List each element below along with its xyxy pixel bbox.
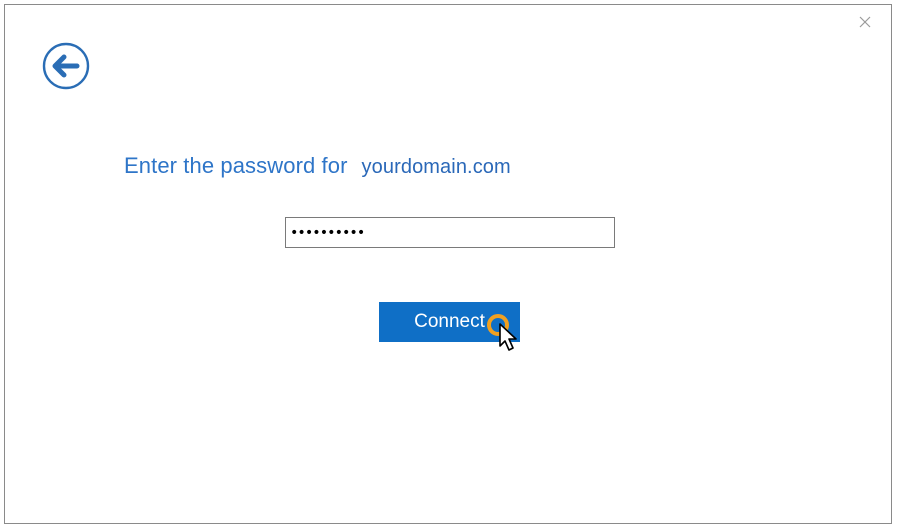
password-input[interactable] — [285, 217, 615, 248]
prompt-label: Enter the password for — [124, 153, 348, 178]
password-prompt: Enter the password for yourdomain.com — [124, 153, 511, 179]
password-dialog: Enter the password for yourdomain.com Con… — [4, 4, 892, 524]
domain-label: yourdomain.com — [361, 156, 511, 178]
close-icon[interactable] — [857, 14, 873, 30]
back-arrow-icon[interactable] — [42, 42, 90, 90]
connect-button[interactable]: Connect — [379, 302, 520, 342]
